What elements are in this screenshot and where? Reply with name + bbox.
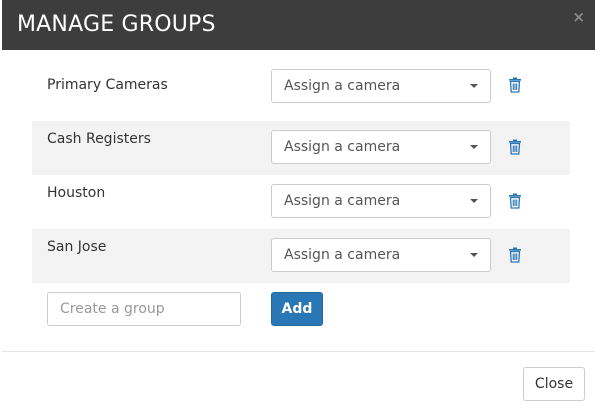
assign-camera-select[interactable]: Assign a camera: [271, 184, 491, 218]
close-icon[interactable]: ×: [572, 8, 585, 26]
trash-icon[interactable]: [508, 77, 522, 93]
manage-groups-dialog: MANAGE GROUPS × Primary Cameras Assign a…: [2, 0, 595, 412]
assign-camera-select-label: Assign a camera: [284, 139, 401, 155]
footer-divider: [2, 351, 595, 352]
chevron-down-icon: [470, 253, 478, 257]
assign-camera-select-label: Assign a camera: [284, 78, 401, 94]
chevron-down-icon: [470, 199, 478, 203]
group-name: Primary Cameras: [47, 77, 168, 93]
create-group-input[interactable]: [47, 292, 241, 326]
trash-icon[interactable]: [508, 193, 522, 209]
chevron-down-icon: [470, 145, 478, 149]
group-name: Cash Registers: [47, 131, 151, 147]
group-row: Primary Cameras Assign a camera: [32, 67, 570, 121]
add-group-button[interactable]: Add: [271, 292, 323, 326]
assign-camera-select-label: Assign a camera: [284, 193, 401, 209]
assign-camera-select[interactable]: Assign a camera: [271, 130, 491, 164]
trash-icon[interactable]: [508, 139, 522, 155]
group-row: Houston Assign a camera: [32, 175, 570, 229]
assign-camera-select-label: Assign a camera: [284, 247, 401, 263]
trash-icon[interactable]: [508, 247, 522, 263]
dialog-title: MANAGE GROUPS: [17, 12, 216, 37]
group-name: San Jose: [47, 239, 107, 255]
group-row: San Jose Assign a camera: [32, 229, 570, 283]
dialog-header: MANAGE GROUPS ×: [2, 0, 595, 50]
close-button[interactable]: Close: [523, 367, 585, 401]
assign-camera-select[interactable]: Assign a camera: [271, 238, 491, 272]
group-name: Houston: [47, 185, 106, 201]
assign-camera-select[interactable]: Assign a camera: [271, 69, 491, 103]
chevron-down-icon: [470, 84, 478, 88]
group-row: Cash Registers Assign a camera: [32, 121, 570, 175]
